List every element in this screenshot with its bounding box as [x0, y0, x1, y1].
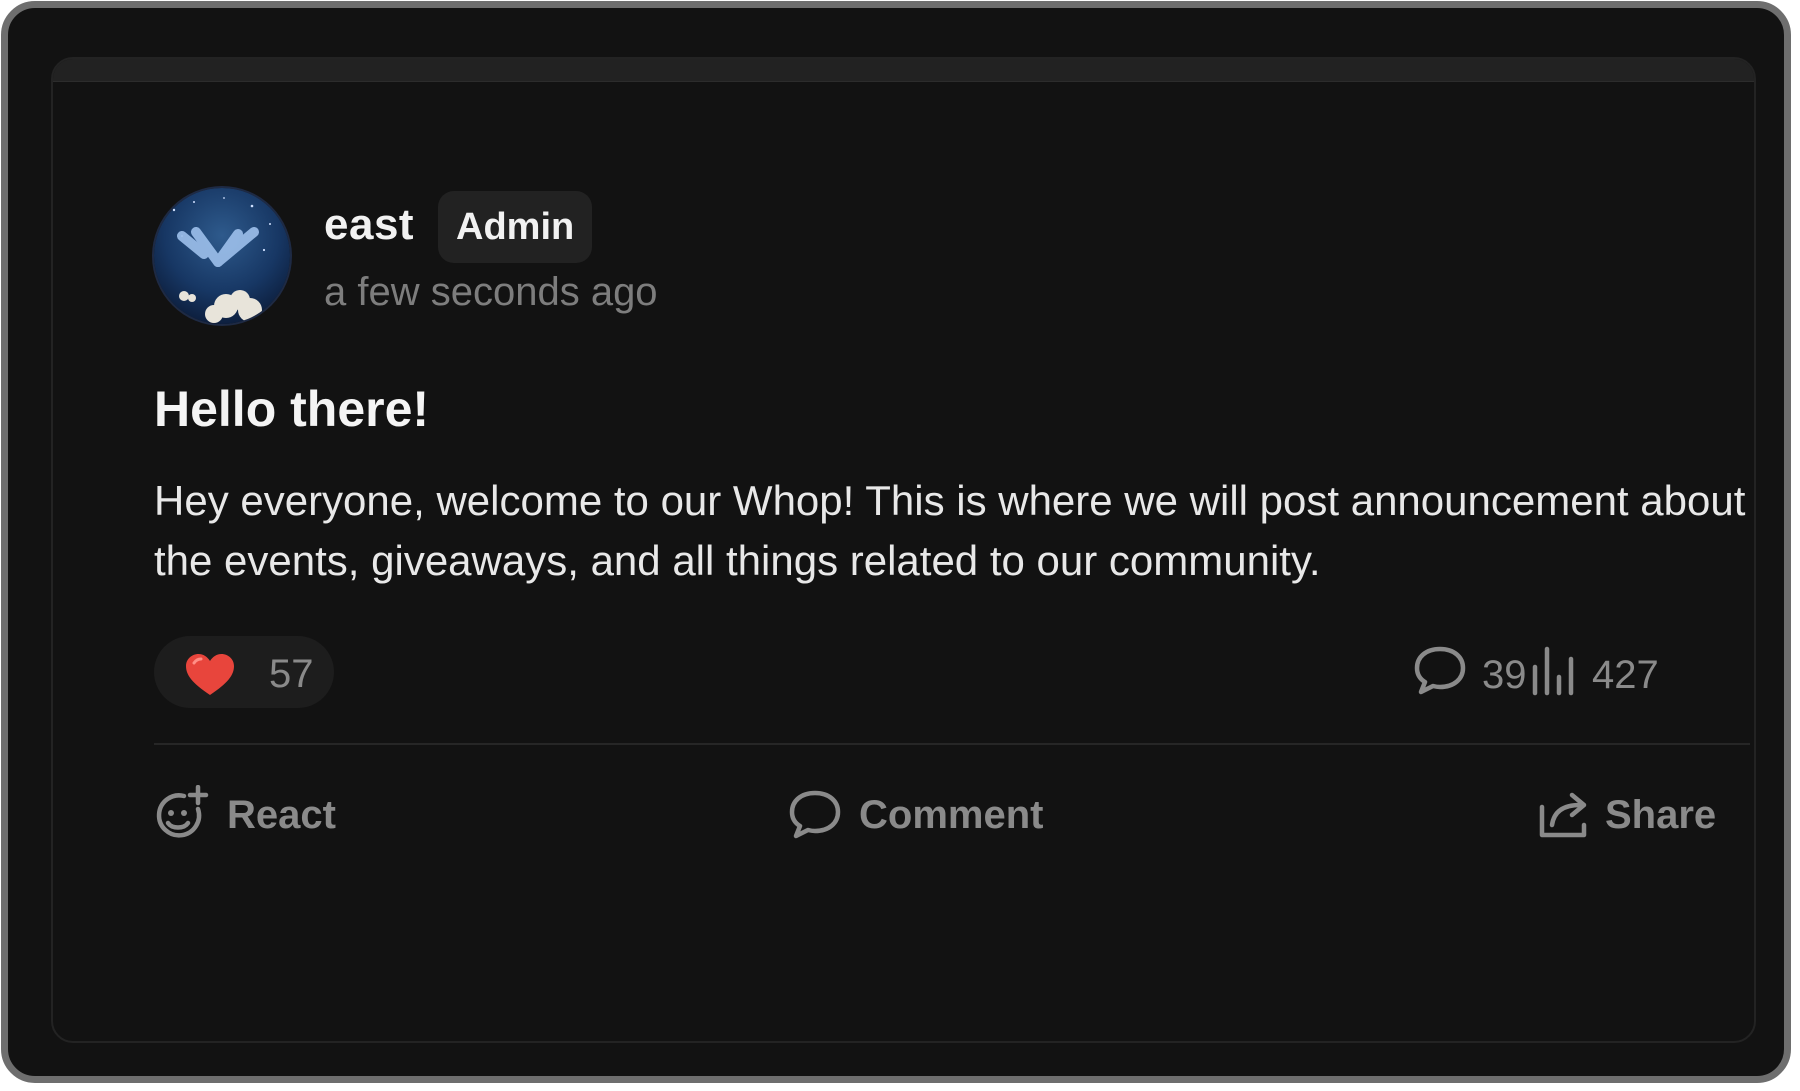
comment-icon	[1414, 646, 1466, 695]
window-frame: east Admin a few seconds ago Hello there…	[1, 1, 1791, 1083]
author-avatar[interactable]	[154, 188, 290, 324]
card-top-bar	[53, 59, 1754, 82]
comment-count: 39	[1482, 653, 1527, 697]
post-body: Hey everyone, welcome to our Whop! This …	[154, 477, 1746, 584]
share-icon	[1539, 792, 1587, 838]
post-title: Hello there!	[154, 381, 430, 437]
comment-icon	[789, 790, 841, 839]
view-count: 427	[1592, 653, 1659, 697]
reaction-count: 57	[269, 652, 314, 696]
whop-logo-icon	[154, 188, 290, 324]
comment-button[interactable]: Comment	[787, 785, 1047, 845]
react-label: React	[227, 793, 336, 837]
comment-label: Comment	[859, 793, 1044, 837]
post-card: east Admin a few seconds ago Hello there…	[51, 57, 1756, 1043]
view-count-stat: 427	[1531, 645, 1701, 701]
add-emoji-icon	[156, 785, 209, 838]
react-button[interactable]: React	[154, 785, 336, 845]
share-button[interactable]: Share	[1538, 785, 1718, 845]
bar-chart-icon	[1532, 646, 1574, 696]
heart-icon	[186, 654, 234, 695]
post-divider	[154, 743, 1750, 745]
post-timestamp: a few seconds ago	[324, 270, 658, 314]
comment-count-stat[interactable]: 39	[1412, 645, 1532, 701]
share-label: Share	[1605, 793, 1717, 837]
admin-badge: Admin	[438, 191, 593, 263]
heart-reaction-pill[interactable]: 57	[154, 636, 334, 708]
author-name[interactable]: east	[324, 200, 414, 250]
